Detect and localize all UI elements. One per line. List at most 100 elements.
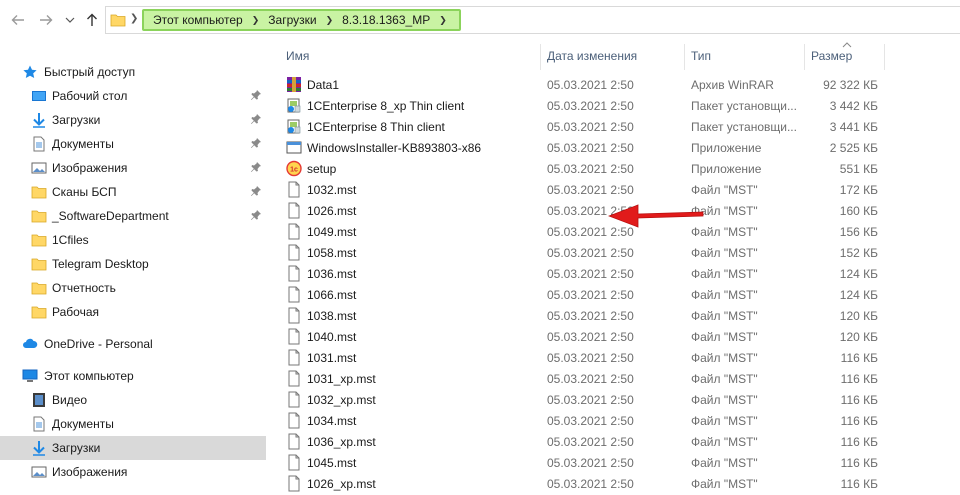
breadcrumb-current-folder[interactable]: 8.3.18.1363_MP	[339, 13, 433, 27]
file-name[interactable]: 1031.mst	[307, 351, 356, 365]
file-name[interactable]: 1026_xp.mst	[307, 477, 376, 491]
sidebar-item-video[interactable]: Видео	[0, 388, 266, 412]
file-name[interactable]: 1066.mst	[307, 288, 356, 302]
sidebar-item-pc-downloads[interactable]: Загрузки	[0, 436, 266, 460]
file-row[interactable]: 1032.mst 05.03.2021 2:50 Файл "MST" 172 КБ	[266, 179, 960, 200]
file-row[interactable]: 1032_xp.mst 05.03.2021 2:50 Файл "MST" 116 …	[266, 389, 960, 410]
file-name[interactable]: 1032_xp.mst	[307, 393, 376, 407]
file-row[interactable]: 1036_xp.mst 05.03.2021 2:50 Файл "MST" 116 …	[266, 431, 960, 452]
breadcrumb-separator-icon[interactable]: ❯	[433, 15, 453, 26]
file-size: 116 КБ	[840, 477, 878, 491]
folder-icon	[31, 184, 47, 200]
column-divider[interactable]	[684, 44, 685, 70]
column-divider[interactable]	[540, 44, 541, 70]
file-row[interactable]: 1040.mst 05.03.2021 2:50 Файл "MST" 120 КБ	[266, 326, 960, 347]
sidebar-item-onedrive[interactable]: OneDrive - Personal	[0, 332, 266, 356]
file-row[interactable]: 1CEnterprise 8_xp Thin client 05.03.2021 …	[266, 95, 960, 116]
file-row[interactable]: 1038.mst 05.03.2021 2:50 Файл "MST" 120 КБ	[266, 305, 960, 326]
up-button[interactable]	[82, 10, 102, 30]
breadcrumb-separator-icon[interactable]: ❯	[320, 15, 340, 26]
file-name[interactable]: 1038.mst	[307, 309, 356, 323]
column-divider[interactable]	[884, 44, 885, 70]
back-button[interactable]	[8, 10, 28, 30]
installer-package-icon	[286, 97, 302, 114]
file-name[interactable]: Data1	[307, 78, 339, 92]
sidebar-item-desktop[interactable]: Рабочий стол	[0, 84, 266, 108]
pin-icon[interactable]	[250, 209, 262, 221]
sidebar-item-reports[interactable]: Отчетность	[0, 276, 266, 300]
sidebar-item-telegram-desktop[interactable]: Telegram Desktop	[0, 252, 266, 276]
file-name[interactable]: 1036.mst	[307, 267, 356, 281]
sidebar-item-documents[interactable]: Документы	[0, 132, 266, 156]
blank-file-icon	[286, 244, 302, 261]
file-size: 116 КБ	[840, 372, 878, 386]
folder-icon	[31, 304, 47, 320]
sidebar-item-pc-pictures[interactable]: Изображения	[0, 460, 266, 484]
file-name[interactable]: setup	[307, 162, 336, 176]
file-name[interactable]: 1CEnterprise 8_xp Thin client	[307, 99, 464, 113]
sidebar-item-quick-access[interactable]: Быстрый доступ	[0, 60, 266, 84]
sidebar-item-work[interactable]: Рабочая	[0, 300, 266, 324]
pin-icon[interactable]	[250, 113, 262, 125]
pin-icon[interactable]	[250, 89, 262, 101]
pin-icon[interactable]	[250, 137, 262, 149]
sidebar-item-software-department[interactable]: _SoftwareDepartment	[0, 204, 266, 228]
file-name[interactable]: 1CEnterprise 8 Thin client	[307, 120, 445, 134]
file-name[interactable]: 1034.mst	[307, 414, 356, 428]
file-name[interactable]: 1049.mst	[307, 225, 356, 239]
column-header-date[interactable]: Дата изменения	[547, 49, 637, 63]
pin-icon[interactable]	[250, 185, 262, 197]
file-size: 92 322 КБ	[823, 78, 878, 92]
file-name[interactable]: 1031_xp.mst	[307, 372, 376, 386]
file-row[interactable]: WindowsInstaller-KB893803-x86 05.03.2021 …	[266, 137, 960, 158]
column-header-type[interactable]: Тип	[691, 49, 711, 63]
file-name[interactable]: WindowsInstaller-KB893803-x86	[307, 141, 481, 155]
file-name[interactable]: 1040.mst	[307, 330, 356, 344]
file-name[interactable]: 1026.mst	[307, 204, 356, 218]
address-bar[interactable]: ❯ Этот компьютер ❯ Загрузки ❯ 8.3.18.136…	[105, 6, 960, 34]
file-row[interactable]: 1034.mst 05.03.2021 2:50 Файл "MST" 116 КБ	[266, 410, 960, 431]
sidebar-item-1cfiles[interactable]: 1Cfiles	[0, 228, 266, 252]
file-date: 05.03.2021 2:50	[547, 99, 634, 113]
file-name[interactable]: 1036_xp.mst	[307, 435, 376, 449]
sidebar-item-pc-documents[interactable]: Документы	[0, 412, 266, 436]
file-row[interactable]: Data1 05.03.2021 2:50 Архив WinRAR 92 322 К…	[266, 74, 960, 95]
file-row[interactable]: 1036.mst 05.03.2021 2:50 Файл "MST" 124 КБ	[266, 263, 960, 284]
sidebar-item-this-pc[interactable]: Этот компьютер	[0, 364, 266, 388]
sidebar-item-label: Рабочий стол	[52, 89, 128, 103]
file-row[interactable]: 1045.mst 05.03.2021 2:50 Файл "MST" 116 КБ	[266, 452, 960, 473]
file-type: Файл "MST"	[691, 477, 758, 491]
column-header-size[interactable]: Размер	[811, 49, 852, 63]
sort-chevron-icon	[842, 42, 852, 48]
svg-text:1с: 1с	[290, 167, 298, 174]
file-size: 160 КБ	[839, 204, 878, 218]
file-type: Файл "MST"	[691, 309, 758, 323]
blank-file-icon	[286, 349, 302, 366]
blank-file-icon	[286, 202, 302, 219]
file-row[interactable]: 1CEnterprise 8 Thin client 05.03.2021 2:5…	[266, 116, 960, 137]
file-name[interactable]: 1058.mst	[307, 246, 356, 260]
breadcrumb-this-pc[interactable]: Этот компьютер	[150, 13, 246, 27]
file-name[interactable]: 1045.mst	[307, 456, 356, 470]
file-row[interactable]: 1031_xp.mst 05.03.2021 2:50 Файл "MST" 116 …	[266, 368, 960, 389]
sidebar-item-downloads[interactable]: Загрузки	[0, 108, 266, 132]
column-header-name[interactable]: Имя	[286, 49, 309, 63]
breadcrumb-downloads[interactable]: Загрузки	[265, 13, 319, 27]
pin-icon[interactable]	[250, 161, 262, 173]
column-divider[interactable]	[804, 44, 805, 70]
sidebar-item-scans-bsp[interactable]: Сканы БСП	[0, 180, 266, 204]
file-row[interactable]: 1026_xp.mst 05.03.2021 2:50 Файл "MST" 116 …	[266, 473, 960, 494]
file-row[interactable]: 1058.mst 05.03.2021 2:50 Файл "MST" 152 КБ	[266, 242, 960, 263]
sidebar-item-pictures[interactable]: Изображения	[0, 156, 266, 180]
breadcrumb-separator-icon[interactable]: ❯	[130, 13, 138, 24]
file-name[interactable]: 1032.mst	[307, 183, 356, 197]
file-row[interactable]: 1031.mst 05.03.2021 2:50 Файл "MST" 116 КБ	[266, 347, 960, 368]
file-row[interactable]: 1066.mst 05.03.2021 2:50 Файл "MST" 124 КБ	[266, 284, 960, 305]
forward-button[interactable]	[36, 10, 56, 30]
recent-locations-button[interactable]	[60, 10, 80, 30]
cloud-icon	[22, 336, 38, 352]
file-row[interactable]: 1с setup 05.03.2021 2:50 Приложение 551 КБ	[266, 158, 960, 179]
sidebar-item-label: Документы	[52, 417, 114, 431]
file-size: 116 КБ	[840, 393, 878, 407]
breadcrumb-separator-icon[interactable]: ❯	[246, 15, 266, 26]
